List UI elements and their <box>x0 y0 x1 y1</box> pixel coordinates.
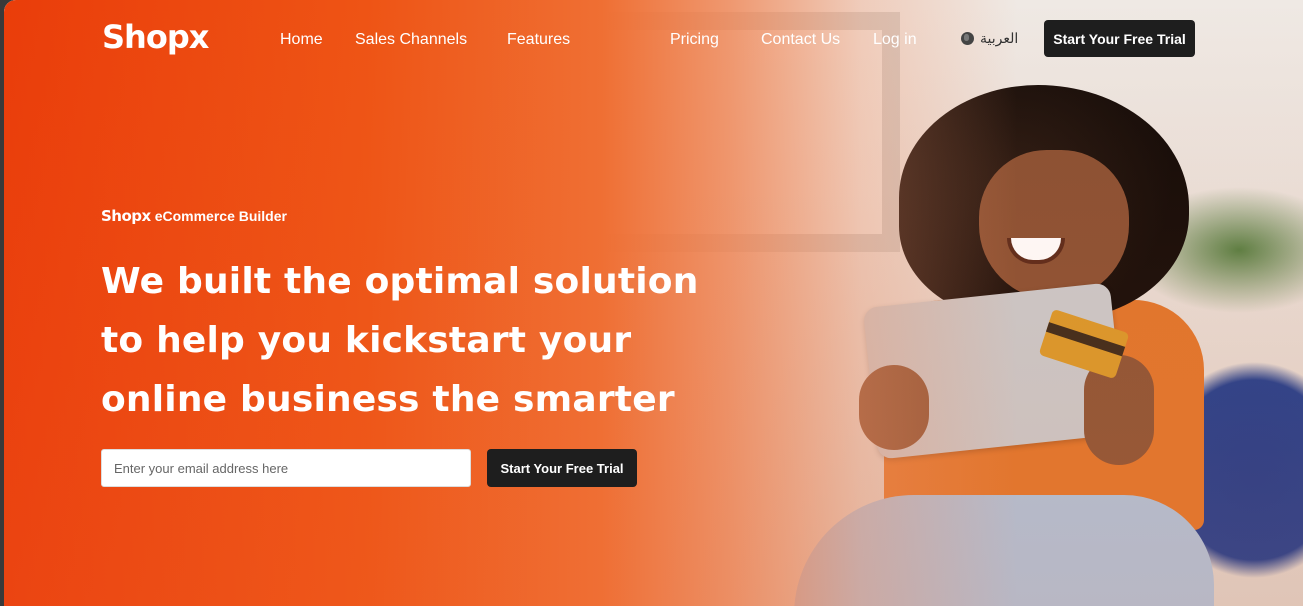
nav-sales-channels[interactable]: Sales Channels <box>355 31 467 49</box>
language-switcher[interactable]: العربية <box>961 30 1018 47</box>
nav-home[interactable]: Home <box>280 31 323 49</box>
eyebrow-brand: Shopx <box>101 207 151 225</box>
nav-contact-us[interactable]: Contact Us <box>761 31 840 49</box>
language-label: العربية <box>980 30 1019 46</box>
page-frame: Shopx Home Sales Channels Features Prici… <box>4 0 1303 606</box>
eyebrow-text: eCommerce Builder <box>154 208 287 224</box>
nav-pricing[interactable]: Pricing <box>670 31 719 49</box>
logo[interactable]: Shopx <box>102 18 209 56</box>
nav-features[interactable]: Features <box>507 31 570 49</box>
email-input[interactable] <box>101 449 471 487</box>
hero-free-trial-button[interactable]: Start Your Free Trial <box>487 449 637 487</box>
header-free-trial-button[interactable]: Start Your Free Trial <box>1044 20 1195 57</box>
hero-eyebrow: Shopx eCommerce Builder <box>101 207 287 225</box>
globe-icon <box>961 32 974 45</box>
nav-login[interactable]: Log in <box>873 31 917 49</box>
